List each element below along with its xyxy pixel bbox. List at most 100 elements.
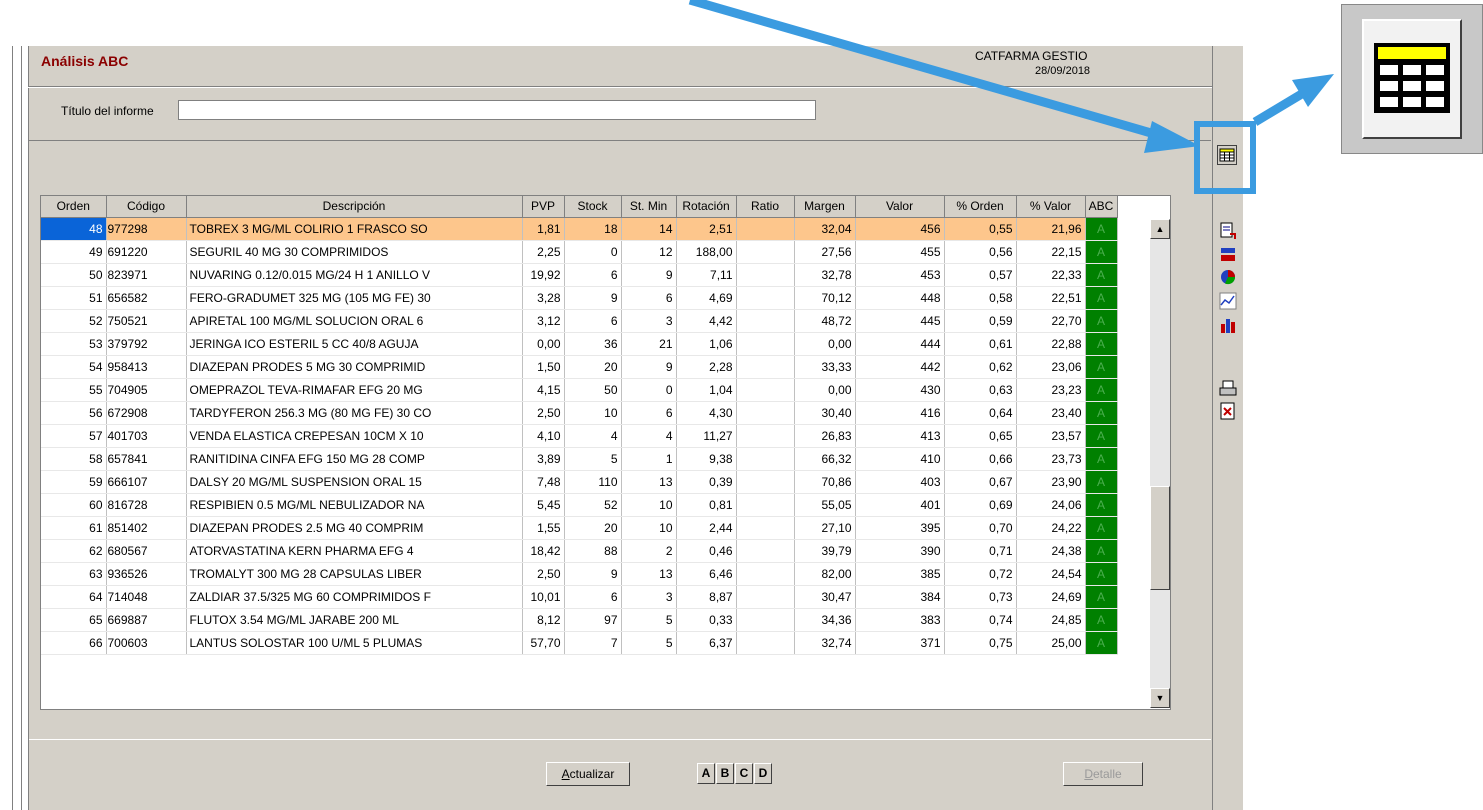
cell-stock[interactable]: 88 [564,539,622,563]
cell-descripcion[interactable]: DALSY 20 MG/ML SUSPENSION ORAL 15 [186,470,523,494]
cell-porc-valor[interactable]: 22,15 [1016,240,1086,264]
cell-ratio[interactable] [736,263,795,287]
cell-margen[interactable]: 32,78 [794,263,856,287]
cell-orden[interactable]: 62 [41,539,107,563]
cell-codigo[interactable]: 823971 [106,263,187,287]
cell-codigo[interactable]: 680567 [106,539,187,563]
header-col-stock[interactable]: Stock [564,196,622,218]
cell-stock[interactable]: 52 [564,493,622,517]
cell-ratio[interactable] [736,424,795,448]
abc-b-button[interactable]: B [716,763,734,784]
cell-stmin[interactable]: 10 [621,516,677,540]
cell-margen[interactable]: 34,36 [794,608,856,632]
cell-valor[interactable]: 403 [855,470,945,494]
cell-ratio[interactable] [736,562,795,586]
cell-codigo[interactable]: 750521 [106,309,187,333]
table-row[interactable]: 64 714048 ZALDIAR 37.5/325 MG 60 COMPRIMID… [41,585,1118,609]
cell-rotacion[interactable]: 6,46 [676,562,737,586]
cell-rotacion[interactable]: 2,51 [676,217,737,241]
cell-pvp[interactable]: 19,92 [522,263,565,287]
cell-codigo[interactable]: 379792 [106,332,187,356]
cell-margen[interactable]: 30,47 [794,585,856,609]
cell-ratio[interactable] [736,309,795,333]
cell-rotacion[interactable]: 11,27 [676,424,737,448]
cell-pvp[interactable]: 1,50 [522,355,565,379]
scroll-thumb[interactable] [1150,486,1170,590]
cell-stmin[interactable]: 13 [621,562,677,586]
table-row[interactable]: 53 379792 JERINGA ICO ESTERIL 5 CC 40/8 AG… [41,332,1118,356]
cell-porc-orden[interactable]: 0,72 [944,562,1017,586]
cell-descripcion[interactable]: TROMALYT 300 MG 28 CAPSULAS LIBER [186,562,523,586]
cell-stmin[interactable]: 21 [621,332,677,356]
cell-valor[interactable]: 383 [855,608,945,632]
cell-pvp[interactable]: 3,89 [522,447,565,471]
cell-abc[interactable]: A [1085,355,1118,379]
cell-descripcion[interactable]: SEGURIL 40 MG 30 COMPRIMIDOS [186,240,523,264]
cell-ratio[interactable] [736,539,795,563]
cell-porc-valor[interactable]: 22,70 [1016,309,1086,333]
cell-porc-valor[interactable]: 23,23 [1016,378,1086,402]
cell-pvp[interactable]: 10,01 [522,585,565,609]
cell-stmin[interactable]: 1 [621,447,677,471]
cell-stock[interactable]: 50 [564,378,622,402]
cell-rotacion[interactable]: 1,06 [676,332,737,356]
table-row[interactable]: 54 958413 DIAZEPAN PRODES 5 MG 30 COMPRIMI… [41,355,1118,379]
cell-stock[interactable]: 0 [564,240,622,264]
cell-valor[interactable]: 455 [855,240,945,264]
cell-abc[interactable]: A [1085,585,1118,609]
cell-rotacion[interactable]: 1,04 [676,378,737,402]
cell-descripcion[interactable]: APIRETAL 100 MG/ML SOLUCION ORAL 6 [186,309,523,333]
cell-porc-orden[interactable]: 0,70 [944,516,1017,540]
cell-pvp[interactable]: 1,55 [522,516,565,540]
cell-stock[interactable]: 10 [564,401,622,425]
table-row[interactable]: 55 704905 OMEPRAZOL TEVA-RIMAFAR EFG 20 MG… [41,378,1118,402]
cell-rotacion[interactable]: 0,81 [676,493,737,517]
cell-porc-orden[interactable]: 0,59 [944,309,1017,333]
table-row[interactable]: 49 691220 SEGURIL 40 MG 30 COMPRIMIDOS 2,25… [41,240,1118,264]
cell-porc-orden[interactable]: 0,75 [944,631,1017,655]
cell-ratio[interactable] [736,378,795,402]
table-row[interactable]: 57 401703 VENDA ELASTICA CREPESAN 10CM X 1… [41,424,1118,448]
scroll-up-button[interactable]: ▲ [1150,219,1170,239]
table-row[interactable]: 62 680567 ATORVASTATINA KERN PHARMA EFG 41… [41,539,1118,563]
table-row[interactable]: 50 823971 NUVARING 0.12/0.015 MG/24 H 1 AN… [41,263,1118,287]
header-col-orden[interactable]: Orden [41,196,107,218]
cell-stmin[interactable]: 6 [621,401,677,425]
cell-orden[interactable]: 49 [41,240,107,264]
report-title-input[interactable] [178,100,816,120]
cell-orden[interactable]: 48 [41,217,107,241]
cell-ratio[interactable] [736,286,795,310]
cell-stmin[interactable]: 9 [621,263,677,287]
cell-stmin[interactable]: 9 [621,355,677,379]
cell-pvp[interactable]: 0,00 [522,332,565,356]
abc-table[interactable]: Orden Código Descripción PVP Stock St. Min Rot… [40,195,1171,710]
cell-margen[interactable]: 32,04 [794,217,856,241]
header-col-abc[interactable]: ABC [1085,196,1118,218]
header-col-ratio[interactable]: Ratio [736,196,795,218]
cell-porc-orden[interactable]: 0,63 [944,378,1017,402]
cell-rotacion[interactable]: 8,87 [676,585,737,609]
table-row[interactable]: 65 669887 FLUTOX 3.54 MG/ML JARABE 200 ML 8… [41,608,1118,632]
cell-rotacion[interactable]: 0,39 [676,470,737,494]
cell-orden[interactable]: 66 [41,631,107,655]
cell-descripcion[interactable]: LANTUS SOLOSTAR 100 U/ML 5 PLUMAS [186,631,523,655]
cell-porc-valor[interactable]: 23,40 [1016,401,1086,425]
cell-abc[interactable]: A [1085,378,1118,402]
cell-stock[interactable]: 9 [564,562,622,586]
cell-rotacion[interactable]: 2,28 [676,355,737,379]
cell-abc[interactable]: A [1085,447,1118,471]
cell-ratio[interactable] [736,355,795,379]
cell-descripcion[interactable]: FERO-GRADUMET 325 MG (105 MG FE) 30 [186,286,523,310]
cell-margen[interactable]: 33,33 [794,355,856,379]
cell-valor[interactable]: 453 [855,263,945,287]
cell-stmin[interactable]: 13 [621,470,677,494]
cell-abc[interactable]: A [1085,309,1118,333]
cell-codigo[interactable]: 669887 [106,608,187,632]
table-row[interactable]: 66 700603 LANTUS SOLOSTAR 100 U/ML 5 PLUMA… [41,631,1118,655]
cell-porc-valor[interactable]: 24,54 [1016,562,1086,586]
cell-stock[interactable]: 6 [564,263,622,287]
cell-margen[interactable]: 0,00 [794,332,856,356]
cell-descripcion[interactable]: OMEPRAZOL TEVA-RIMAFAR EFG 20 MG [186,378,523,402]
table-row[interactable]: 63 936526 TROMALYT 300 MG 28 CAPSULAS LIBE… [41,562,1118,586]
cell-pvp[interactable]: 7,48 [522,470,565,494]
